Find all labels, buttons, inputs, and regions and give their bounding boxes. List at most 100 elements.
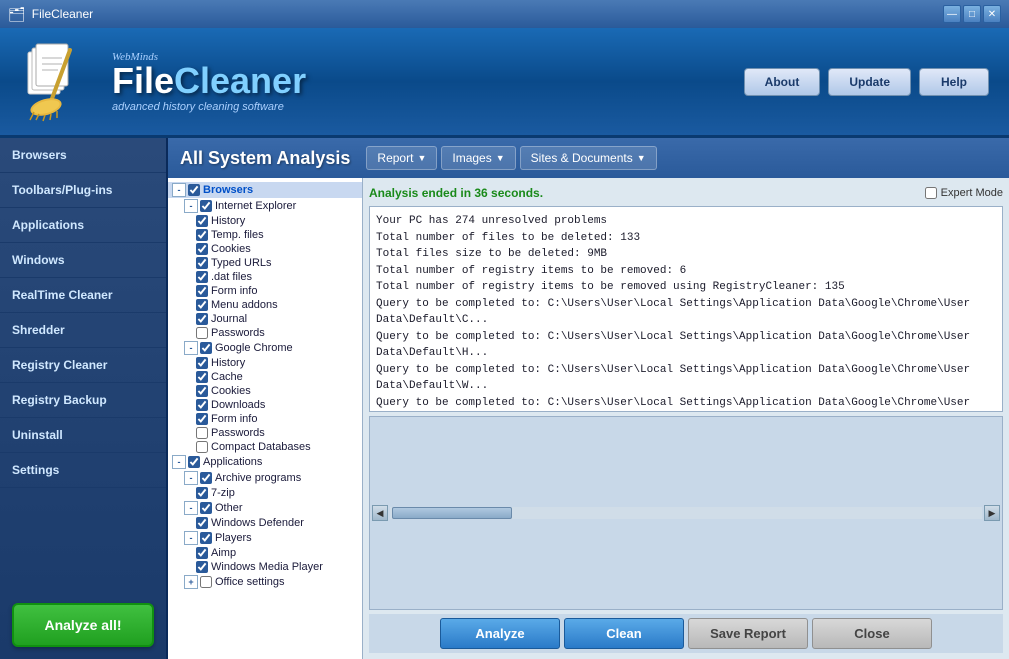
tree-item-aimp[interactable]: Aimp bbox=[168, 546, 362, 560]
about-button[interactable]: About bbox=[744, 68, 821, 96]
tree-item-wmp[interactable]: Windows Media Player bbox=[168, 560, 362, 574]
sidebar-item-toolbars[interactable]: Toolbars/Plug-ins bbox=[0, 173, 166, 208]
tree-item-chrome-downloads[interactable]: Downloads bbox=[168, 398, 362, 412]
tree-check-ie-passwords[interactable] bbox=[196, 327, 208, 339]
tree-check-ie-dat[interactable] bbox=[196, 271, 208, 283]
tree-item-win-defender[interactable]: Windows Defender bbox=[168, 516, 362, 530]
tree-check-wmp[interactable] bbox=[196, 561, 208, 573]
tree-item-ie[interactable]: - Internet Explorer bbox=[168, 198, 362, 214]
tree-toggle-ie[interactable]: - bbox=[184, 199, 198, 213]
sidebar-item-applications[interactable]: Applications bbox=[0, 208, 166, 243]
hscroll-left-arrow[interactable]: ◀ bbox=[372, 505, 388, 521]
clean-button[interactable]: Clean bbox=[564, 618, 684, 649]
tree-check-players[interactable] bbox=[200, 532, 212, 544]
expert-mode-checkbox[interactable] bbox=[925, 187, 937, 199]
tree-check-ie-temp[interactable] bbox=[196, 229, 208, 241]
tree-check-chrome-compact[interactable] bbox=[196, 441, 208, 453]
tree-toggle-archive[interactable]: - bbox=[184, 471, 198, 485]
tree-item-chrome-cache[interactable]: Cache bbox=[168, 370, 362, 384]
app-logo-icon bbox=[20, 42, 100, 122]
sidebar-item-windows[interactable]: Windows bbox=[0, 243, 166, 278]
tree-check-office[interactable] bbox=[200, 576, 212, 588]
sidebar-item-settings[interactable]: Settings bbox=[0, 453, 166, 488]
tree-check-ie-typed-urls[interactable] bbox=[196, 257, 208, 269]
tab-sites-documents[interactable]: Sites & Documents ▼ bbox=[520, 146, 657, 170]
tree-panel[interactable]: - Browsers - Internet Explorer History bbox=[168, 178, 363, 659]
sidebar-item-registry-backup[interactable]: Registry Backup bbox=[0, 383, 166, 418]
tree-check-ie-cookies[interactable] bbox=[196, 243, 208, 255]
header-buttons: About Update Help bbox=[744, 68, 989, 96]
tree-item-chrome-history[interactable]: History bbox=[168, 356, 362, 370]
tree-item-browsers[interactable]: - Browsers bbox=[168, 182, 362, 198]
tree-item-chrome-cookies[interactable]: Cookies bbox=[168, 384, 362, 398]
sidebar-item-registry-cleaner[interactable]: Registry Cleaner bbox=[0, 348, 166, 383]
tree-item-ie-passwords[interactable]: Passwords bbox=[168, 326, 362, 340]
minimize-button[interactable]: — bbox=[943, 5, 961, 23]
analyze-all-button[interactable]: Analyze all! bbox=[12, 603, 154, 647]
tree-check-chrome-form-info[interactable] bbox=[196, 413, 208, 425]
tree-check-win-defender[interactable] bbox=[196, 517, 208, 529]
tree-item-ie-temp[interactable]: Temp. files bbox=[168, 228, 362, 242]
tree-check-chrome-passwords[interactable] bbox=[196, 427, 208, 439]
tree-item-ie-cookies[interactable]: Cookies bbox=[168, 242, 362, 256]
tab-images[interactable]: Images ▼ bbox=[441, 146, 515, 170]
tree-item-ie-form-info[interactable]: Form info bbox=[168, 284, 362, 298]
tab-report[interactable]: Report ▼ bbox=[366, 146, 437, 170]
tree-item-ie-menu-addons[interactable]: Menu addons bbox=[168, 298, 362, 312]
tree-check-aimp[interactable] bbox=[196, 547, 208, 559]
sidebar-item-realtime[interactable]: RealTime Cleaner bbox=[0, 278, 166, 313]
result-line-7: Query to be completed to: C:\Users\User\… bbox=[376, 362, 996, 395]
tree-item-ie-journal[interactable]: Journal bbox=[168, 312, 362, 326]
tree-check-chrome[interactable] bbox=[200, 342, 212, 354]
tree-check-ie-form-info[interactable] bbox=[196, 285, 208, 297]
tab-sites-label: Sites & Documents bbox=[531, 151, 633, 165]
hscroll-right-arrow[interactable]: ▶ bbox=[984, 505, 1000, 521]
tree-check-chrome-cache[interactable] bbox=[196, 371, 208, 383]
tree-toggle-other[interactable]: - bbox=[184, 501, 198, 515]
tree-toggle-applications[interactable]: - bbox=[172, 455, 186, 469]
hscroll-thumb[interactable] bbox=[392, 507, 512, 519]
tree-item-players[interactable]: - Players bbox=[168, 530, 362, 546]
tree-item-ie-typed-urls[interactable]: Typed URLs bbox=[168, 256, 362, 270]
tree-toggle-chrome[interactable]: - bbox=[184, 341, 198, 355]
tree-item-applications[interactable]: - Applications bbox=[168, 454, 362, 470]
tree-item-ie-dat[interactable]: .dat files bbox=[168, 270, 362, 284]
update-button[interactable]: Update bbox=[828, 68, 911, 96]
tree-item-office[interactable]: + Office settings bbox=[168, 574, 362, 590]
tree-item-7zip[interactable]: 7-zip bbox=[168, 486, 362, 500]
tree-check-chrome-cookies[interactable] bbox=[196, 385, 208, 397]
tree-check-archive[interactable] bbox=[200, 472, 212, 484]
save-report-button[interactable]: Save Report bbox=[688, 618, 808, 649]
close-button[interactable]: ✕ bbox=[983, 5, 1001, 23]
tree-check-ie-history[interactable] bbox=[196, 215, 208, 227]
tree-check-applications[interactable] bbox=[188, 456, 200, 468]
tree-item-archive[interactable]: - Archive programs bbox=[168, 470, 362, 486]
result-line-8: Query to be completed to: C:\Users\User\… bbox=[376, 395, 996, 413]
tree-check-ie[interactable] bbox=[200, 200, 212, 212]
tree-item-chrome-passwords[interactable]: Passwords bbox=[168, 426, 362, 440]
horizontal-scrollbar[interactable]: ◀ ▶ bbox=[369, 416, 1003, 610]
result-text-area[interactable]: Your PC has 274 unresolved problems Tota… bbox=[369, 206, 1003, 412]
tree-toggle-office[interactable]: + bbox=[184, 575, 198, 589]
tree-check-other[interactable] bbox=[200, 502, 212, 514]
tree-item-ie-history[interactable]: History bbox=[168, 214, 362, 228]
tree-toggle-browsers[interactable]: - bbox=[172, 183, 186, 197]
tree-check-chrome-history[interactable] bbox=[196, 357, 208, 369]
help-button[interactable]: Help bbox=[919, 68, 989, 96]
maximize-button[interactable]: □ bbox=[963, 5, 981, 23]
close-button-main[interactable]: Close bbox=[812, 618, 932, 649]
tree-item-chrome-form-info[interactable]: Form info bbox=[168, 412, 362, 426]
tree-item-chrome[interactable]: - Google Chrome bbox=[168, 340, 362, 356]
tree-item-other[interactable]: - Other bbox=[168, 500, 362, 516]
tree-item-chrome-compact[interactable]: Compact Databases bbox=[168, 440, 362, 454]
tree-toggle-players[interactable]: - bbox=[184, 531, 198, 545]
analyze-button[interactable]: Analyze bbox=[440, 618, 560, 649]
tree-check-chrome-downloads[interactable] bbox=[196, 399, 208, 411]
sidebar-item-shredder[interactable]: Shredder bbox=[0, 313, 166, 348]
tree-check-browsers[interactable] bbox=[188, 184, 200, 196]
sidebar-item-uninstall[interactable]: Uninstall bbox=[0, 418, 166, 453]
tree-check-ie-journal[interactable] bbox=[196, 313, 208, 325]
tree-check-ie-menu-addons[interactable] bbox=[196, 299, 208, 311]
tree-check-7zip[interactable] bbox=[196, 487, 208, 499]
sidebar-item-browsers[interactable]: Browsers bbox=[0, 138, 166, 173]
